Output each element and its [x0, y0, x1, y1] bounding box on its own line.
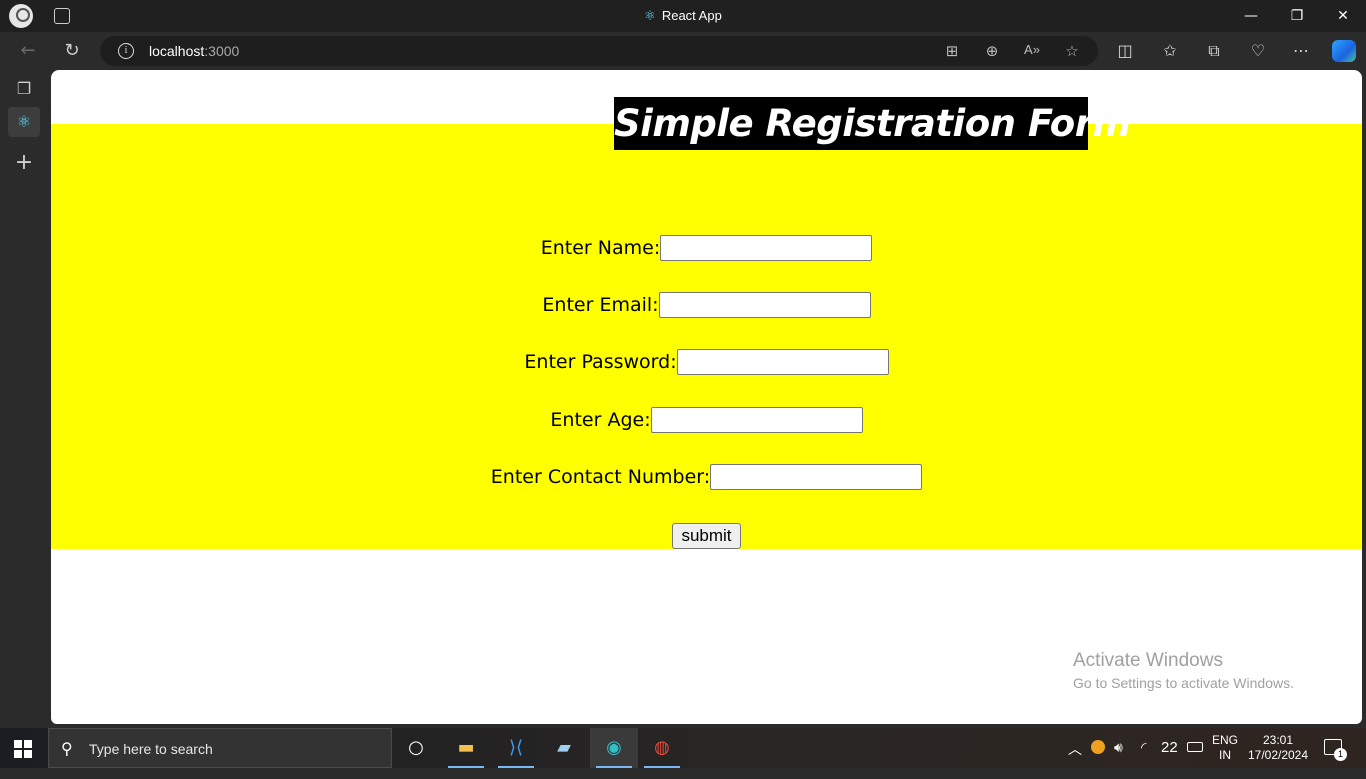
copilot-icon[interactable] [1332, 40, 1356, 62]
site-info-icon[interactable]: i [118, 43, 134, 59]
page-viewport: Simple Registration Form Enter Name: Ent… [51, 70, 1362, 724]
url-text[interactable]: localhost:3000 [149, 43, 239, 59]
name-label: Enter Name: [540, 237, 661, 259]
split-screen-icon[interactable]: ◫ [1114, 40, 1136, 62]
vertical-tabs-rail: ❐ ⚛ + [0, 70, 48, 730]
clock-date: 17/02/2024 [1247, 748, 1309, 762]
url-port: :3000 [204, 43, 240, 59]
app-available-icon[interactable]: ⊞ [942, 42, 962, 60]
password-input[interactable] [676, 349, 889, 375]
zoom-icon[interactable]: ⊕ [982, 42, 1002, 60]
form-row-name: Enter Name: [51, 235, 1362, 261]
react-favicon-icon: ⚛ [644, 8, 656, 23]
url-host: localhost [149, 43, 205, 59]
clock[interactable]: 23:01 17/02/2024 [1246, 733, 1310, 773]
search-placeholder: Type here to search [89, 741, 213, 757]
window-title-text: React App [661, 8, 722, 23]
email-label: Enter Email: [542, 294, 659, 316]
back-button[interactable]: ← [14, 38, 42, 64]
new-tab-plus-icon[interactable]: + [8, 148, 40, 178]
vscode-icon[interactable]: ⟩⟨ [492, 728, 540, 768]
language-code: ENG [1212, 733, 1239, 747]
tab-actions-icon[interactable]: ❐ [8, 74, 40, 104]
password-label: Enter Password: [524, 351, 677, 373]
name-input[interactable] [660, 235, 873, 261]
file-explorer-icon[interactable]: ▬ [442, 728, 490, 768]
clock-time: 23:01 [1262, 733, 1294, 747]
page-title: Simple Registration Form [614, 97, 1131, 150]
browser-toolbar: ← ↻ i localhost:3000 ⊞ ⊕ A» ☆ ◫ ✩ ⧉ ♡ ⋯ [0, 32, 1366, 70]
watermark-title: Activate Windows [1073, 650, 1223, 671]
search-icon: ⚲ [61, 739, 73, 758]
chrome-icon[interactable]: ◍ [638, 728, 686, 768]
watermark-subtitle: Go to Settings to activate Windows. [1073, 675, 1294, 691]
minimize-button[interactable]: — [1228, 0, 1274, 32]
refresh-button[interactable]: ↻ [58, 38, 86, 64]
notification-count-badge: 1 [1334, 748, 1347, 761]
submit-button[interactable]: submit [672, 523, 741, 549]
windows-start-icon[interactable] [14, 740, 32, 758]
address-bar[interactable]: i localhost:3000 ⊞ ⊕ A» ☆ [100, 36, 1098, 66]
taskbar-search-box[interactable]: ⚲ Type here to search [48, 728, 392, 768]
edge-icon[interactable]: ◉ [590, 728, 638, 768]
read-aloud-icon[interactable]: A» [1022, 42, 1042, 60]
windows-taskbar: ⚲ Type here to search ○ ▬ ⟩⟨ ▰ ◉ ◍ ︿ 🔊︎ … [0, 728, 1366, 768]
battery-icon[interactable] [1187, 742, 1203, 752]
network-icon[interactable]: ◜ [1141, 739, 1146, 779]
form-row-age: Enter Age: [51, 407, 1362, 433]
form-row-email: Enter Email: [51, 292, 1362, 318]
close-button[interactable]: ✕ [1320, 0, 1366, 32]
update-icon[interactable] [1091, 740, 1105, 754]
favorite-star-icon[interactable]: ☆ [1062, 42, 1082, 60]
favorites-icon[interactable]: ✩ [1159, 40, 1181, 62]
language-indicator[interactable]: ENG IN [1212, 733, 1238, 773]
form-row-contact: Enter Contact Number: [51, 464, 1362, 490]
volume-icon[interactable]: 🔊︎ [1114, 739, 1123, 779]
form-row-password: Enter Password: [51, 349, 1362, 375]
temperature-value[interactable]: 22 [1161, 739, 1178, 779]
activate-windows-watermark: Activate Windows Go to Settings to activ… [1073, 650, 1294, 691]
cortana-icon[interactable]: ○ [392, 728, 440, 768]
contact-number-label: Enter Contact Number: [490, 466, 711, 488]
email-input[interactable] [658, 292, 871, 318]
show-hidden-icons-chevron-icon[interactable]: ︿ [1068, 739, 1082, 779]
collections-icon[interactable]: ⧉ [1203, 40, 1225, 62]
contact-number-input[interactable] [710, 464, 923, 490]
restore-button[interactable]: ❐ [1274, 0, 1320, 32]
browser-title-bar: ⚛ React App — ❐ ✕ [0, 0, 1366, 32]
more-options-icon[interactable]: ⋯ [1290, 40, 1312, 62]
age-label: Enter Age: [550, 409, 651, 431]
notepad-icon[interactable]: ▰ [540, 728, 588, 768]
tab-react-app[interactable]: ⚛ [8, 107, 40, 137]
browser-essentials-icon[interactable]: ♡ [1247, 40, 1269, 62]
region-code: IN [1219, 748, 1231, 762]
age-input[interactable] [650, 407, 863, 433]
window-title: ⚛ React App [0, 8, 1366, 24]
